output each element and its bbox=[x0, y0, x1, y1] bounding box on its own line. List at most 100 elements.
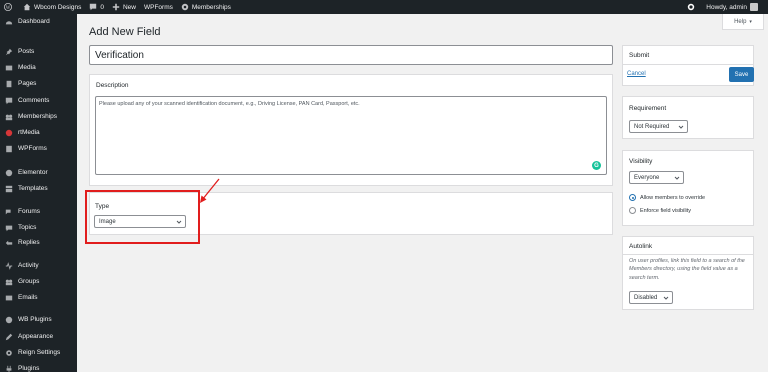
help-tab-label: Help bbox=[734, 18, 747, 25]
wpforms-link[interactable]: WPForms bbox=[140, 0, 177, 14]
sidebar-item-label: Plugins bbox=[18, 365, 40, 372]
my-account-link[interactable]: Howdy, admin bbox=[702, 0, 762, 14]
svg-text:W: W bbox=[6, 6, 11, 11]
page-title: Add New Field bbox=[89, 26, 161, 38]
sidebar-item-reign-settings[interactable]: Reign Settings bbox=[0, 346, 77, 359]
divider bbox=[623, 64, 753, 65]
requirement-selected-value: Not Required bbox=[634, 123, 670, 130]
sidebar-item-appearance[interactable]: Appearance bbox=[0, 330, 77, 343]
chevron-down-icon bbox=[663, 296, 669, 300]
rtmedia-icon bbox=[4, 128, 13, 137]
media-icon bbox=[4, 63, 13, 72]
chevron-down-icon bbox=[678, 125, 684, 129]
sidebar-item-label: Groups bbox=[18, 278, 40, 285]
help-tab[interactable]: Help ▾ bbox=[722, 14, 764, 30]
sidebar-item-rtmedia[interactable]: rtMedia bbox=[0, 126, 77, 139]
sidebar-item-posts[interactable]: Posts bbox=[0, 45, 77, 58]
requirement-select[interactable]: Not Required bbox=[629, 120, 688, 133]
save-button[interactable]: Save bbox=[729, 67, 754, 82]
sidebar-item-elementor[interactable]: Elementor bbox=[0, 166, 77, 179]
admin-bar: W Wbcom Designs 0 New WPForms Membership… bbox=[0, 0, 768, 14]
description-box: Description Please upload any of your sc… bbox=[89, 74, 613, 186]
new-label: New bbox=[122, 3, 136, 11]
avatar bbox=[750, 3, 758, 11]
divider bbox=[623, 254, 753, 255]
sidebar-item-label: Appearance bbox=[18, 333, 54, 340]
wordpress-icon: W bbox=[4, 3, 12, 11]
wb-plugins-icon bbox=[4, 315, 13, 324]
page-icon bbox=[4, 79, 13, 88]
visibility-select[interactable]: Everyone bbox=[629, 171, 684, 184]
autolink-heading: Autolink bbox=[629, 243, 653, 250]
chevron-down-icon bbox=[674, 176, 680, 180]
site-name: Wbcom Designs bbox=[34, 3, 82, 11]
autolink-description: On user profiles, link this field to a s… bbox=[629, 258, 745, 281]
sidebar-item-memberships[interactable]: Memberships bbox=[0, 110, 77, 123]
memberships-icon bbox=[4, 112, 13, 121]
sidebar-item-label: Dashboard bbox=[18, 18, 50, 25]
new-content-link[interactable]: New bbox=[108, 0, 140, 14]
sidebar-item-groups[interactable]: Groups bbox=[0, 275, 77, 288]
sidebar-item-wpforms[interactable]: WPForms bbox=[0, 142, 77, 155]
sidebar-item-label: Templates bbox=[18, 185, 48, 192]
visibility-box: Visibility bbox=[622, 150, 754, 226]
annotation-highlight-box bbox=[85, 190, 200, 244]
howdy-text: Howdy, admin bbox=[706, 3, 747, 11]
sidebar-item-label: Media bbox=[18, 64, 36, 71]
badge-icon bbox=[688, 3, 695, 11]
cancel-link[interactable]: Cancel bbox=[627, 71, 646, 77]
sidebar-item-wb-plugins[interactable]: WB Plugins bbox=[0, 313, 77, 326]
field-name-input[interactable] bbox=[89, 45, 613, 65]
autolink-select[interactable]: Disabled bbox=[629, 291, 673, 304]
sidebar-item-label: rtMedia bbox=[18, 129, 40, 136]
activity-icon bbox=[4, 261, 13, 270]
comment-icon bbox=[4, 96, 13, 105]
sidebar-item-replies[interactable]: Replies bbox=[0, 236, 77, 249]
sidebar-item-pages[interactable]: Pages bbox=[0, 77, 77, 90]
sidebar-item-label: WPForms bbox=[18, 145, 47, 152]
chevron-down-icon: ▾ bbox=[749, 18, 752, 25]
radio-button[interactable] bbox=[629, 207, 636, 214]
radio-button[interactable] bbox=[629, 194, 636, 201]
replies-icon bbox=[4, 238, 13, 247]
visibility-heading: Visibility bbox=[629, 158, 653, 165]
grammarly-icon[interactable]: G bbox=[592, 161, 601, 170]
plugins-icon bbox=[4, 364, 13, 372]
sidebar-item-label: Emails bbox=[18, 294, 38, 301]
visibility-option-enforce[interactable]: Enforce field visibility bbox=[629, 207, 691, 214]
sidebar-item-media[interactable]: Media bbox=[0, 61, 77, 74]
annotation-arrow-icon bbox=[200, 178, 220, 203]
pin-icon bbox=[4, 47, 13, 56]
home-icon bbox=[23, 3, 31, 11]
sidebar-item-label: Reign Settings bbox=[18, 349, 61, 356]
memberships-icon bbox=[181, 3, 189, 11]
plus-icon bbox=[112, 3, 120, 11]
site-name-link[interactable]: Wbcom Designs bbox=[19, 0, 85, 14]
sidebar-item-forums[interactable]: Forums bbox=[0, 205, 77, 218]
sidebar-item-label: Pages bbox=[18, 80, 37, 87]
sidebar-item-plugins[interactable]: Plugins bbox=[0, 362, 77, 372]
autolink-selected-value: Disabled bbox=[634, 294, 658, 301]
visibility-option-override[interactable]: Allow members to override bbox=[629, 194, 705, 201]
templates-icon bbox=[4, 184, 13, 193]
description-textarea[interactable]: Please upload any of your scanned identi… bbox=[95, 96, 607, 175]
sidebar-item-activity[interactable]: Activity bbox=[0, 259, 77, 272]
wordpress-logo[interactable]: W bbox=[0, 0, 19, 14]
sidebar-item-templates[interactable]: Templates bbox=[0, 182, 77, 195]
groups-icon bbox=[4, 277, 13, 286]
comments-count: 0 bbox=[100, 3, 104, 11]
description-heading: Description bbox=[96, 82, 129, 89]
sidebar-item-comments[interactable]: Comments bbox=[0, 94, 77, 107]
comments-link[interactable]: 0 bbox=[85, 0, 108, 14]
sidebar-item-emails[interactable]: Emails bbox=[0, 291, 77, 304]
gamification-badge[interactable] bbox=[683, 0, 702, 14]
appearance-icon bbox=[4, 332, 13, 341]
memberships-label: Memberships bbox=[191, 3, 231, 11]
sidebar-item-topics[interactable]: Topics bbox=[0, 221, 77, 234]
wpforms-label: WPForms bbox=[143, 3, 173, 11]
memberships-link[interactable]: Memberships bbox=[177, 0, 235, 14]
requirement-heading: Requirement bbox=[629, 105, 667, 112]
sidebar-item-label: Comments bbox=[18, 97, 50, 104]
visibility-option-label: Allow members to override bbox=[640, 194, 706, 201]
sidebar-item-dashboard[interactable]: Dashboard bbox=[0, 15, 77, 28]
